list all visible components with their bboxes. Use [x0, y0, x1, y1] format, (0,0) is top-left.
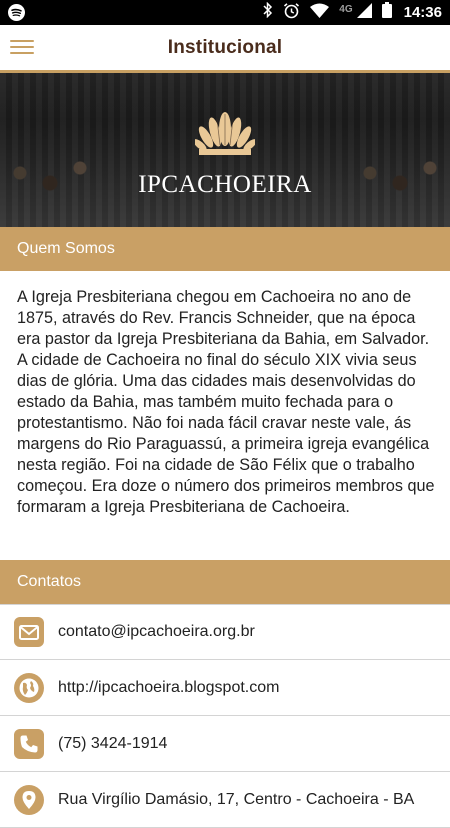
burning-bush-icon [195, 112, 255, 155]
menu-icon-line [10, 52, 34, 54]
menu-icon-line [10, 46, 34, 48]
battery-icon [381, 2, 392, 23]
church-logo: IPCACHOEIRA [0, 73, 450, 227]
email-icon [14, 617, 44, 647]
menu-button[interactable] [10, 37, 34, 57]
header-banner: IPCACHOEIRA [0, 73, 450, 227]
contact-list: contato@ipcachoeira.org.br http://ipcach… [0, 604, 450, 828]
contact-phone[interactable]: (75) 3424-1914 [0, 716, 450, 772]
contact-email[interactable]: contato@ipcachoeira.org.br [0, 604, 450, 660]
status-bar: 4G 14:36 [0, 0, 450, 25]
contacts-section-header: Contatos [0, 560, 450, 604]
contact-website[interactable]: http://ipcachoeira.blogspot.com [0, 660, 450, 716]
logo-text: IPCACHOEIRA [138, 171, 312, 198]
wifi-icon [310, 3, 330, 23]
contact-phone-text: (75) 3424-1914 [58, 734, 168, 752]
contact-website-text: http://ipcachoeira.blogspot.com [58, 678, 280, 696]
about-section-header: Quem Somos [0, 227, 450, 271]
bluetooth-icon [263, 1, 273, 23]
status-time: 14:36 [403, 4, 442, 21]
globe-icon [14, 672, 44, 703]
phone-icon [14, 728, 44, 759]
alarm-icon [283, 2, 300, 24]
spotify-icon [8, 4, 25, 26]
about-text: A Igreja Presbiteriana chegou em Cachoei… [17, 288, 435, 516]
about-section-title: Quem Somos [17, 240, 115, 257]
app-bar: Institucional [0, 25, 450, 73]
contacts-section-title: Contatos [17, 573, 82, 590]
signal-icon [356, 2, 372, 23]
contact-email-text: contato@ipcachoeira.org.br [58, 623, 255, 640]
page-title: Institucional [167, 36, 283, 58]
network-type: 4G [339, 4, 353, 15]
contact-address[interactable]: Rua Virgílio Damásio, 17, Centro - Cacho… [0, 772, 450, 828]
menu-icon-line [10, 40, 34, 42]
